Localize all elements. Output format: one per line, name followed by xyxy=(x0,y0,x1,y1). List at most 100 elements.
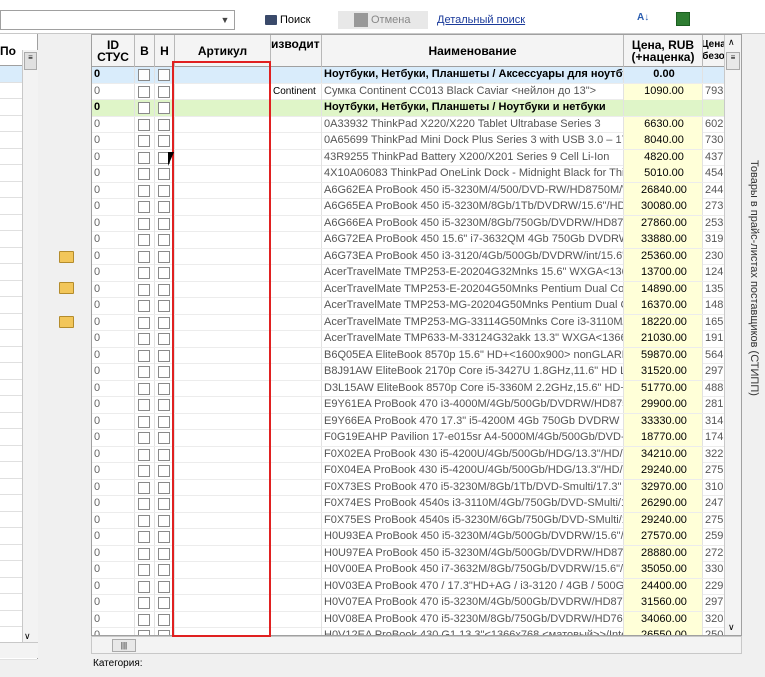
table-row[interactable]: 0 AcerTravelMate TMP253-E-20204G32Mnks 15… xyxy=(92,265,741,282)
cell-extra[interactable]: 191 xyxy=(703,331,725,347)
cell-article[interactable] xyxy=(175,380,271,397)
cell-id[interactable]: 0 xyxy=(92,529,135,545)
checkbox[interactable] xyxy=(158,547,170,560)
table-row[interactable]: 0 A6G62EA ProBook 450 i5-3230M/4/500/DVD-… xyxy=(92,182,741,199)
checkbox[interactable] xyxy=(158,300,170,312)
checkbox[interactable] xyxy=(158,316,170,329)
cell-n[interactable] xyxy=(155,595,175,611)
cell-price[interactable]: 27860.00 xyxy=(624,215,703,232)
scroll-thumb[interactable]: ≡ xyxy=(726,52,740,70)
cell-name[interactable]: H0U93EA ProBook 450 i5-3230M/4Gb/500Gb/D… xyxy=(322,529,624,545)
cell-n[interactable] xyxy=(155,611,175,628)
cell-n[interactable] xyxy=(155,529,175,545)
checkbox[interactable] xyxy=(158,250,170,263)
cell-extra[interactable]: 244 xyxy=(703,182,725,199)
cell-price[interactable]: 28880.00 xyxy=(624,545,703,562)
col-header-article[interactable]: Артикул xyxy=(175,35,271,67)
cell-manufacturer[interactable] xyxy=(271,446,322,463)
checkbox[interactable] xyxy=(158,283,170,296)
checkbox[interactable] xyxy=(158,432,170,444)
cell-extra[interactable]: 273 xyxy=(703,199,725,215)
checkbox[interactable] xyxy=(138,69,150,81)
cell-id[interactable]: 0 xyxy=(92,265,135,281)
cell-b[interactable] xyxy=(135,611,155,628)
side-panel-label[interactable]: Товары в прайс-листах поставщиков (СТИПП… xyxy=(742,160,765,580)
checkbox[interactable] xyxy=(158,184,170,197)
cell-extra[interactable]: 602 xyxy=(703,116,725,133)
cell-b[interactable] xyxy=(135,281,155,298)
cell-price[interactable]: 59870.00 xyxy=(624,347,703,364)
cell-price[interactable]: 18220.00 xyxy=(624,314,703,331)
table-row[interactable]: 0 F0X73ES ProBook 470 i5-3230M/8Gb/1Tb/DV… xyxy=(92,479,741,496)
table-row[interactable]: 0 43R9255 ThinkPad Battery X200/X201 Seri… xyxy=(92,149,741,166)
checkbox[interactable] xyxy=(158,564,170,576)
cell-article[interactable] xyxy=(175,182,271,199)
cell-name[interactable]: E9Y61EA ProBook 470 i3-4000M/4Gb/500Gb/D… xyxy=(322,397,624,413)
cell-id[interactable]: 0 xyxy=(92,545,135,562)
checkbox[interactable] xyxy=(158,217,170,230)
cell-name[interactable]: Сумка Continent CC013 Black Caviar <нейл… xyxy=(322,83,624,100)
cell-n[interactable] xyxy=(155,116,175,133)
checkbox[interactable] xyxy=(138,349,150,362)
cell-name[interactable]: F0X74ES ProBook 4540s i3-3110M/4Gb/750Gb… xyxy=(322,496,624,512)
cell-id[interactable]: 0 xyxy=(92,611,135,628)
grid-horizontal-scrollbar[interactable]: ||| xyxy=(91,636,742,654)
checkbox[interactable] xyxy=(138,250,150,263)
folder-edit-icon[interactable] xyxy=(59,251,74,263)
cell-id[interactable]: 0 xyxy=(92,496,135,512)
sort-az-icon[interactable]: A↓ xyxy=(637,12,653,28)
cell-name[interactable]: H0U97EA ProBook 450 i5-3230M/4Gb/500Gb/D… xyxy=(322,545,624,562)
cell-id[interactable]: 0 xyxy=(92,116,135,133)
cell-b[interactable] xyxy=(135,182,155,199)
checkbox[interactable] xyxy=(138,498,150,510)
cell-price[interactable]: 27570.00 xyxy=(624,529,703,545)
cell-price[interactable]: 8040.00 xyxy=(624,133,703,149)
cell-n[interactable] xyxy=(155,331,175,347)
cell-price[interactable]: 35050.00 xyxy=(624,562,703,578)
cell-n[interactable] xyxy=(155,133,175,149)
cell-n[interactable] xyxy=(155,182,175,199)
cell-price[interactable]: 26550.00 xyxy=(624,628,703,635)
cell-name[interactable]: H0V07EA ProBook 470 i5-3230M/4Gb/500Gb/D… xyxy=(322,595,624,611)
cell-id[interactable]: 0 xyxy=(92,298,135,314)
cell-article[interactable] xyxy=(175,578,271,595)
cell-id[interactable]: 0 xyxy=(92,215,135,232)
cell-n[interactable] xyxy=(155,232,175,248)
cell-n[interactable] xyxy=(155,628,175,635)
table-row[interactable]: 0 Ноутбуки, Нетбуки, Планшеты / Ноутбуки … xyxy=(92,100,741,117)
checkbox[interactable] xyxy=(158,415,170,428)
cell-extra[interactable]: 310 xyxy=(703,479,725,496)
cell-article[interactable] xyxy=(175,331,271,347)
cell-article[interactable] xyxy=(175,314,271,331)
cell-b[interactable] xyxy=(135,479,155,496)
checkbox[interactable] xyxy=(138,448,150,461)
cell-manufacturer[interactable] xyxy=(271,397,322,413)
cell-b[interactable] xyxy=(135,397,155,413)
cell-price[interactable]: 33880.00 xyxy=(624,232,703,248)
cell-manufacturer[interactable] xyxy=(271,463,322,479)
cell-b[interactable] xyxy=(135,545,155,562)
cell-manufacturer[interactable] xyxy=(271,364,322,380)
cell-n[interactable] xyxy=(155,479,175,496)
cell-name[interactable]: A6G73EA ProBook 450 i3-3120/4Gb/500Gb/DV… xyxy=(322,248,624,265)
checkbox[interactable] xyxy=(158,448,170,461)
cell-price[interactable]: 18770.00 xyxy=(624,430,703,446)
cell-article[interactable] xyxy=(175,281,271,298)
cell-price[interactable]: 5010.00 xyxy=(624,166,703,182)
cell-article[interactable] xyxy=(175,166,271,182)
cell-name[interactable]: H0V08EA ProBook 470 i5-3230M/8Gb/750Gb/D… xyxy=(322,611,624,628)
cell-id[interactable]: 0 xyxy=(92,364,135,380)
cell-extra[interactable] xyxy=(703,100,725,116)
cell-price[interactable]: 24400.00 xyxy=(624,578,703,595)
cell-name[interactable]: B6Q05EA EliteBook 8570p 15.6" HD+<1600x9… xyxy=(322,347,624,364)
cell-manufacturer[interactable] xyxy=(271,116,322,133)
category-combo[interactable]: ▼ xyxy=(0,10,235,30)
cell-extra[interactable]: 330 xyxy=(703,562,725,578)
cell-b[interactable] xyxy=(135,446,155,463)
col-header-n[interactable]: Н xyxy=(155,35,175,67)
cell-manufacturer[interactable] xyxy=(271,298,322,314)
cell-n[interactable] xyxy=(155,298,175,314)
checkbox[interactable] xyxy=(158,498,170,510)
table-row[interactable]: 0 AcerTravelMate TMP633-M-33124G32akk 13.… xyxy=(92,331,741,348)
cell-name[interactable]: 0A65699 ThinkPad Mini Dock Plus Series 3… xyxy=(322,133,624,149)
